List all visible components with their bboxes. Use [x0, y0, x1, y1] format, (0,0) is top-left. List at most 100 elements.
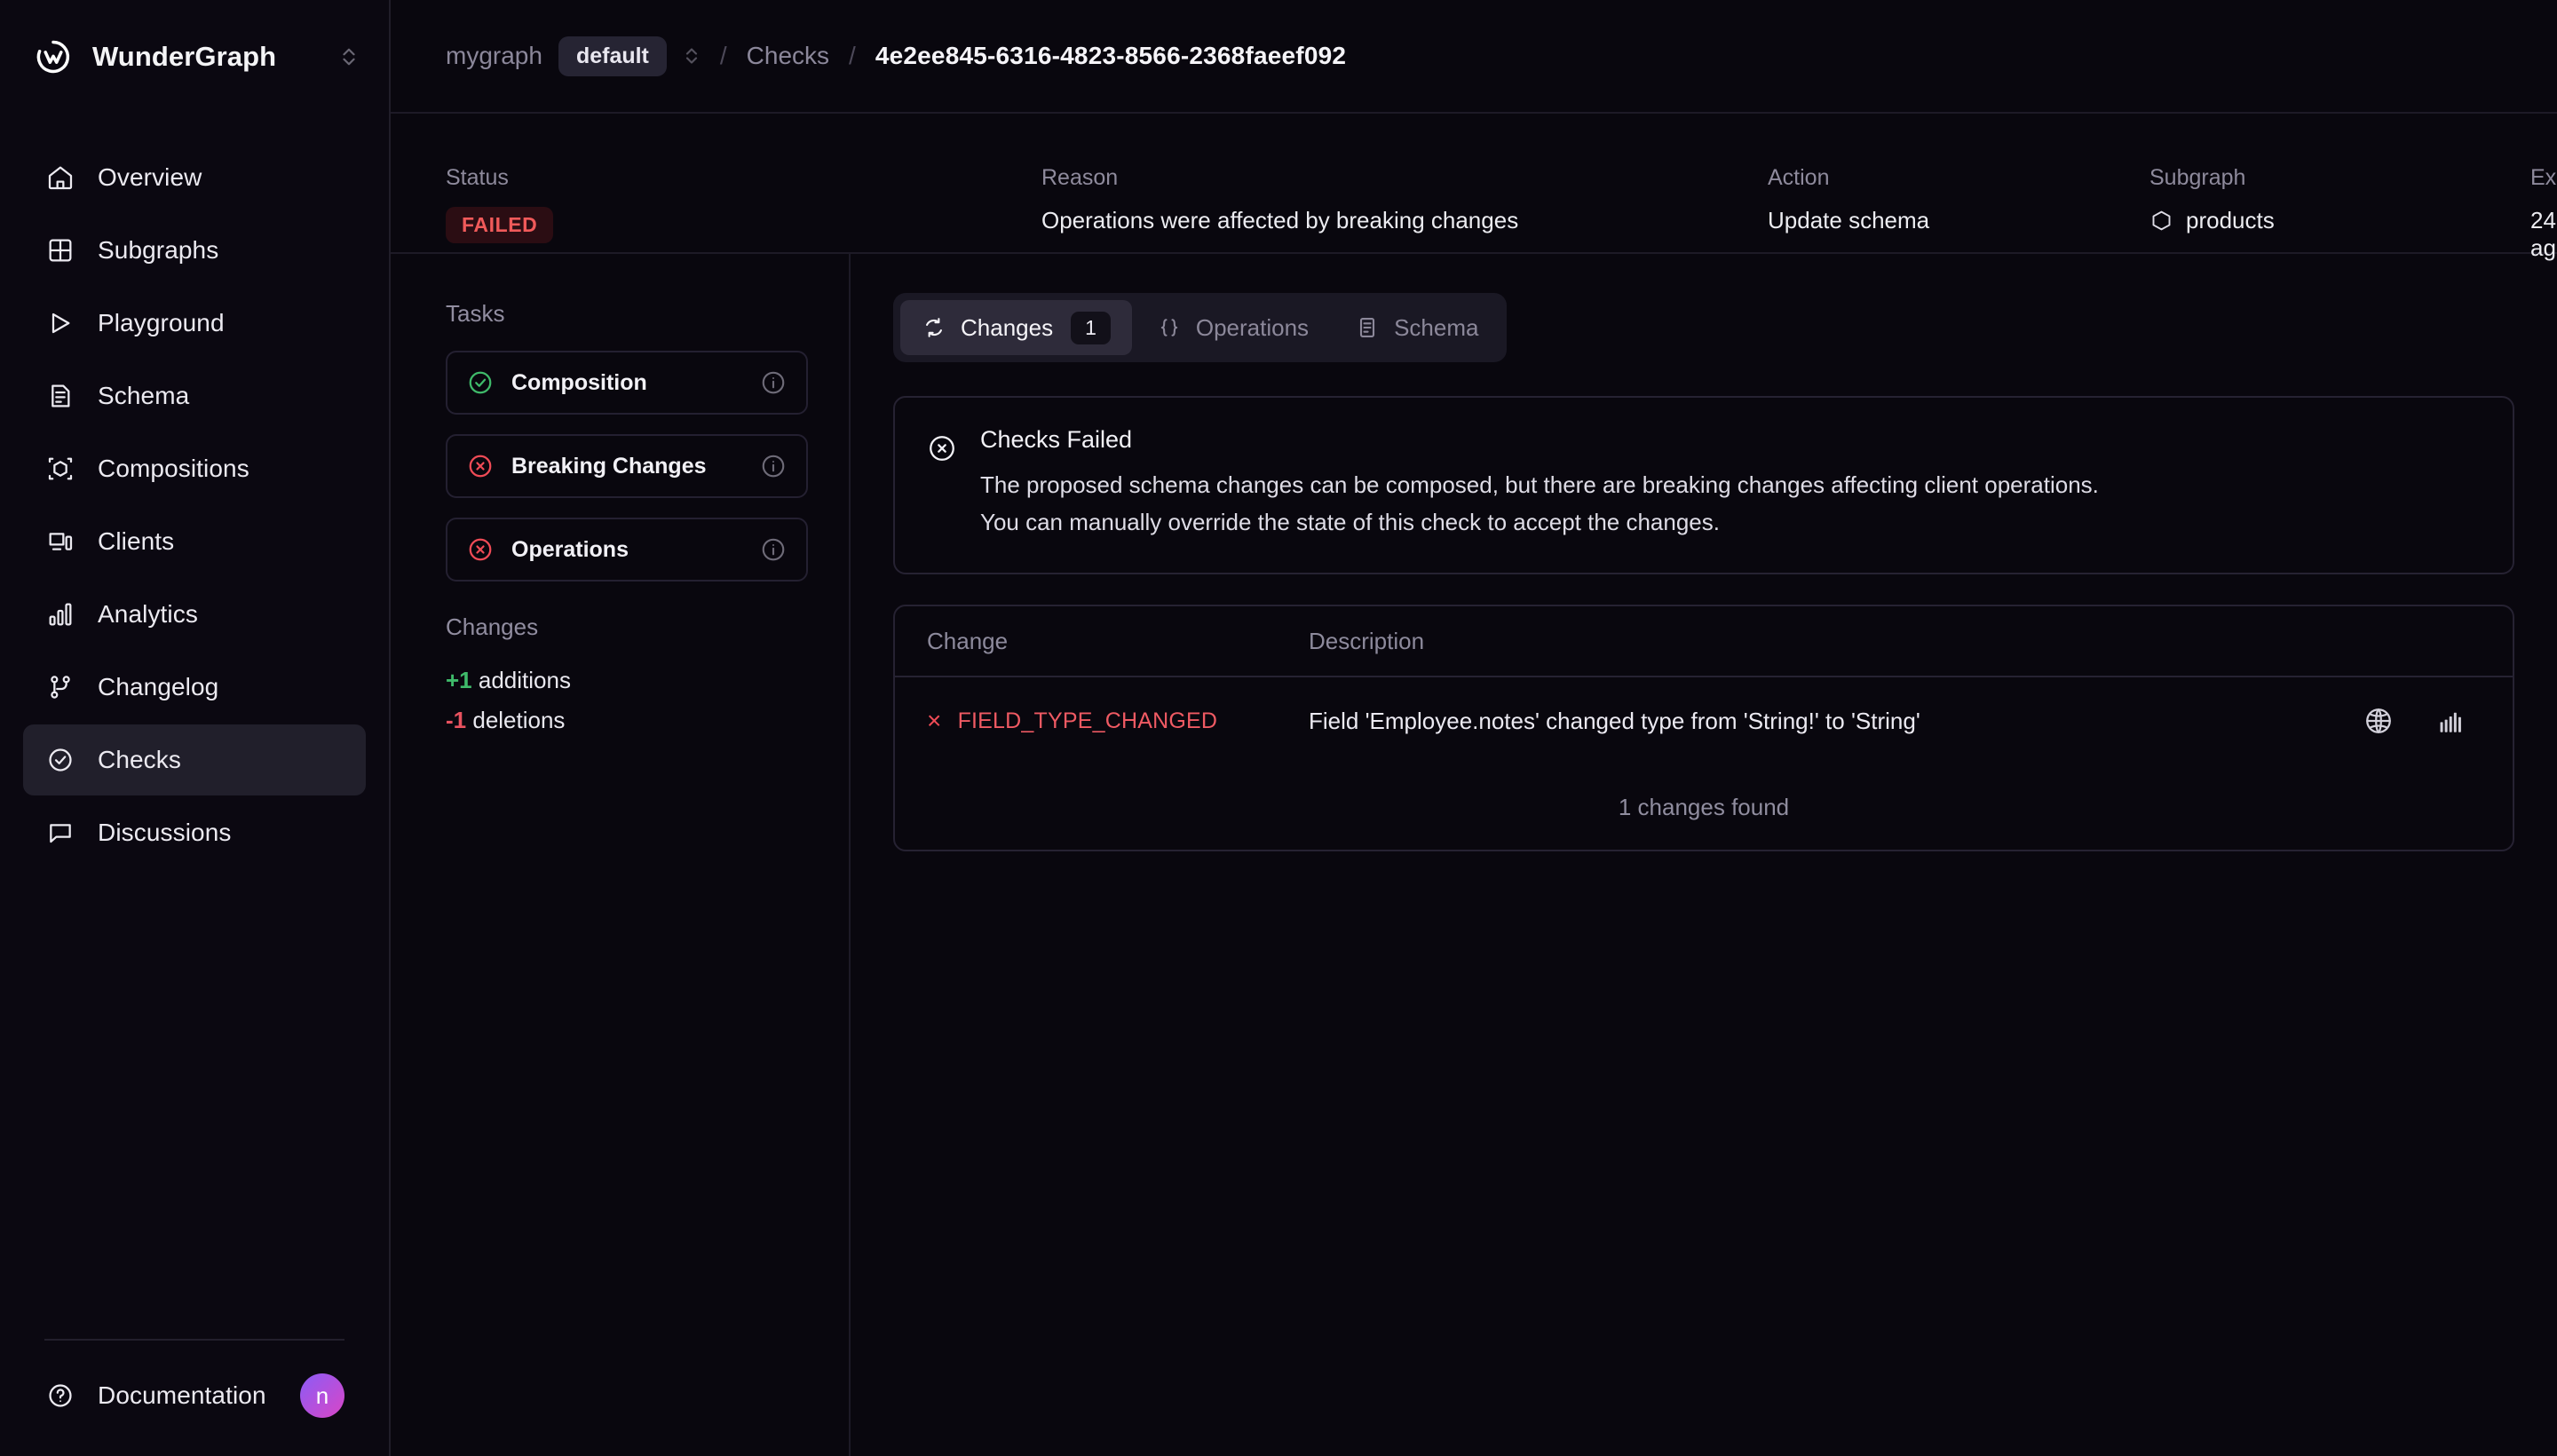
app-root: WunderGraph Overview Subgraphs Playgroun… — [0, 0, 2557, 1456]
play-icon — [44, 307, 76, 339]
sidebar-item-clients[interactable]: Clients — [23, 506, 366, 577]
task-card-breaking-changes[interactable]: Breaking Changes — [446, 434, 808, 498]
document-icon — [44, 380, 76, 412]
check-status-bar: Status FAILED Reason Operations were aff… — [391, 114, 2557, 261]
tab-label: Schema — [1394, 313, 1479, 341]
x-circle-icon — [927, 433, 957, 463]
reason-value: Operations were affected by breaking cha… — [1041, 207, 1519, 233]
x-icon: × — [927, 707, 942, 735]
status-label: Status — [446, 165, 509, 190]
alert-line-1: The proposed schema changes can be compo… — [980, 471, 2099, 498]
sidebar-item-checks[interactable]: Checks — [23, 724, 366, 795]
breadcrumb-section[interactable]: Checks — [747, 42, 829, 70]
executed-value: 24 days ago — [2530, 207, 2557, 261]
x-circle-icon — [469, 455, 492, 478]
info-icon[interactable] — [760, 453, 787, 479]
content-panel: Changes 1 Operations Schema Checks Faile… — [851, 254, 2557, 1456]
reason-label: Reason — [1041, 165, 1119, 190]
changes-found-label: 1 changes found — [1618, 793, 1790, 820]
brand-header[interactable]: WunderGraph — [0, 0, 389, 114]
sidebar-item-subgraphs[interactable]: Subgraphs — [23, 215, 366, 286]
task-label: Composition — [511, 369, 647, 395]
breadcrumb-org[interactable]: mygraph — [446, 42, 542, 70]
deletions-count: -1 — [446, 706, 467, 733]
avatar[interactable]: n — [300, 1373, 344, 1418]
sidebar-item-discussions[interactable]: Discussions — [23, 797, 366, 868]
column-header-description: Description — [1309, 627, 1425, 654]
sidebar-item-label: Discussions — [98, 819, 232, 846]
info-icon[interactable] — [760, 536, 787, 563]
sidebar-item-changelog[interactable]: Changelog — [23, 652, 366, 723]
home-icon — [44, 162, 76, 194]
tasks-heading: Tasks — [446, 300, 505, 327]
wundergraph-logo-icon — [34, 37, 73, 76]
sidebar-item-label: Subgraphs — [98, 236, 219, 264]
bar-chart-icon[interactable] — [2436, 706, 2466, 736]
globe-icon[interactable] — [2363, 706, 2394, 736]
sidebar-item-label: Schema — [98, 382, 190, 409]
tasks-panel: Tasks Composition Breaking Changes Opera… — [391, 254, 851, 1456]
document-icon — [1355, 315, 1380, 340]
sidebar-item-playground[interactable]: Playground — [23, 288, 366, 359]
executed-label: Executed — [2530, 165, 2557, 190]
executed-field: Executed 24 days ago — [2530, 165, 2557, 262]
alert-body: Checks Failed The proposed schema change… — [980, 426, 2099, 541]
action-value: Update schema — [1768, 207, 1930, 233]
breadcrumb-current: 4e2ee845-6316-4823-8566-2368faeef092 — [875, 42, 1347, 69]
breadcrumb-separator: / — [719, 42, 727, 69]
tab-label: Operations — [1195, 313, 1310, 341]
status-badge: FAILED — [446, 207, 554, 243]
info-icon[interactable] — [760, 369, 787, 396]
main-area: mygraph default / Checks / 4e2ee845-6316… — [391, 0, 2557, 1456]
sidebar-item-compositions[interactable]: Compositions — [23, 433, 366, 504]
tab-changes[interactable]: Changes 1 — [900, 300, 1132, 355]
table-footer: 1 changes found — [895, 764, 2513, 850]
additions-stat: +1 additions — [446, 661, 808, 700]
task-card-composition[interactable]: Composition — [446, 351, 808, 415]
sidebar-item-analytics[interactable]: Analytics — [23, 579, 366, 650]
sidebar-item-overview[interactable]: Overview — [23, 142, 366, 213]
tab-schema[interactable]: Schema — [1334, 300, 1500, 355]
git-branch-icon — [44, 671, 76, 703]
documentation-label: Documentation — [98, 1381, 266, 1409]
column-header-change: Change — [927, 627, 1009, 654]
deletions-label: deletions — [472, 706, 566, 733]
checks-failed-alert: Checks Failed The proposed schema change… — [893, 396, 2514, 575]
cube-icon — [44, 453, 76, 485]
documentation-link[interactable]: Documentation n — [23, 1360, 366, 1431]
chevron-up-down-icon[interactable] — [339, 42, 359, 72]
table-header-row: Change Description — [895, 606, 2513, 678]
status-field: Status FAILED — [446, 165, 554, 243]
braces-icon — [1157, 315, 1182, 340]
table-row[interactable]: × FIELD_TYPE_CHANGED Field 'Employee.not… — [895, 677, 2513, 764]
additions-label: additions — [478, 667, 571, 693]
tab-label: Changes — [961, 313, 1054, 341]
alert-line-2: You can manually override the state of t… — [980, 509, 1720, 536]
tab-operations[interactable]: Operations — [1136, 300, 1330, 355]
chevron-up-down-icon[interactable] — [683, 43, 701, 69]
sidebar-item-label: Clients — [98, 527, 175, 555]
sidebar-footer: Documentation n — [0, 1339, 389, 1456]
help-circle-icon — [44, 1380, 76, 1412]
action-field: Action Update schema — [1768, 165, 1929, 234]
breadcrumb: mygraph default / Checks / 4e2ee845-6316… — [391, 0, 2557, 114]
subgraph-label: Subgraph — [2149, 165, 2246, 190]
action-label: Action — [1768, 165, 1830, 190]
breadcrumb-namespace-badge[interactable]: default — [558, 36, 667, 76]
check-circle-icon — [469, 371, 492, 394]
task-label: Breaking Changes — [511, 453, 707, 479]
task-card-operations[interactable]: Operations — [446, 518, 808, 582]
sidebar: WunderGraph Overview Subgraphs Playgroun… — [0, 0, 391, 1456]
breadcrumb-separator: / — [849, 42, 856, 69]
check-circle-icon — [44, 744, 76, 776]
cube-icon — [2152, 210, 2171, 231]
sidebar-item-label: Checks — [98, 746, 181, 773]
bar-chart-icon — [44, 598, 76, 630]
changes-heading: Changes — [446, 613, 539, 640]
deletions-stat: -1 deletions — [446, 700, 808, 740]
change-type-label: FIELD_TYPE_CHANGED — [957, 708, 1218, 733]
change-type-cell: × FIELD_TYPE_CHANGED — [927, 708, 1309, 734]
tab-count-badge: 1 — [1071, 311, 1111, 344]
sidebar-item-schema[interactable]: Schema — [23, 360, 366, 431]
